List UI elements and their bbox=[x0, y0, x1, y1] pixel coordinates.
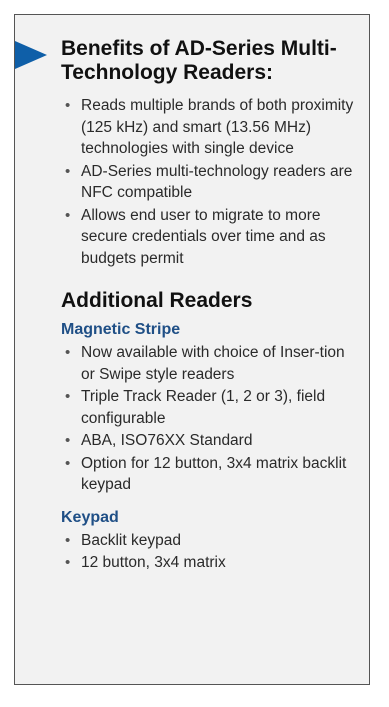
bullet-icon: • bbox=[65, 162, 71, 180]
panel-content: Benefits of AD-Series Multi-Technology R… bbox=[61, 37, 357, 575]
list-item: • Option for 12 button, 3x4 matrix backli… bbox=[61, 453, 357, 496]
list-item: • Allows end user to migrate to more secu… bbox=[61, 205, 357, 270]
list-item-text: AD-Series multi-technology readers are N… bbox=[81, 162, 353, 202]
list-item: • 12 button, 3x4 matrix bbox=[61, 552, 357, 574]
list-item-text: Triple Track Reader (1, 2 or 3), field c… bbox=[81, 388, 326, 427]
list-item-text: Reads multiple brands of both proximity … bbox=[81, 97, 354, 157]
list-item: • Reads multiple brands of both proximity… bbox=[61, 95, 357, 160]
bullet-icon: • bbox=[65, 554, 71, 571]
list-item: • AD-Series multi-technology readers are … bbox=[61, 161, 357, 204]
magnetic-stripe-list: • Now available with choice of Inser-tion… bbox=[61, 342, 357, 496]
list-item: • Now available with choice of Inser-tion… bbox=[61, 342, 357, 385]
keypad-title: Keypad bbox=[61, 508, 119, 526]
additional-readers-heading: Additional Readers bbox=[61, 289, 253, 312]
list-item-text: Backlit keypad bbox=[81, 531, 181, 549]
info-panel: Benefits of AD-Series Multi-Technology R… bbox=[14, 14, 370, 685]
bullet-icon: • bbox=[65, 531, 71, 549]
bullet-icon: • bbox=[65, 454, 71, 472]
list-item: • ABA, ISO76XX Standard bbox=[61, 430, 357, 452]
magnetic-stripe-title: Magnetic Stripe bbox=[61, 321, 181, 338]
list-item-text: ABA, ISO76XX Standard bbox=[81, 432, 253, 449]
list-item-text: Now available with choice of Inser-tion … bbox=[81, 344, 345, 383]
bullet-icon: • bbox=[65, 206, 71, 224]
list-item-text: Allows end user to migrate to more secur… bbox=[81, 206, 326, 267]
benefits-list: • Reads multiple brands of both proximity… bbox=[61, 95, 357, 269]
bullet-icon: • bbox=[65, 344, 71, 361]
list-item: • Backlit keypad bbox=[61, 530, 357, 552]
bullet-icon: • bbox=[65, 97, 71, 114]
bullet-icon: • bbox=[65, 432, 71, 449]
benefits-heading: Benefits of AD-Series Multi-Technology R… bbox=[61, 37, 337, 84]
arrow-right-icon bbox=[15, 41, 47, 69]
list-item-text: Option for 12 button, 3x4 matrix backlit… bbox=[81, 454, 347, 494]
keypad-list: • Backlit keypad • 12 button, 3x4 matrix bbox=[61, 530, 357, 574]
list-item-text: 12 button, 3x4 matrix bbox=[81, 554, 226, 571]
list-item: • Triple Track Reader (1, 2 or 3), field … bbox=[61, 386, 357, 429]
bullet-icon: • bbox=[65, 388, 71, 405]
